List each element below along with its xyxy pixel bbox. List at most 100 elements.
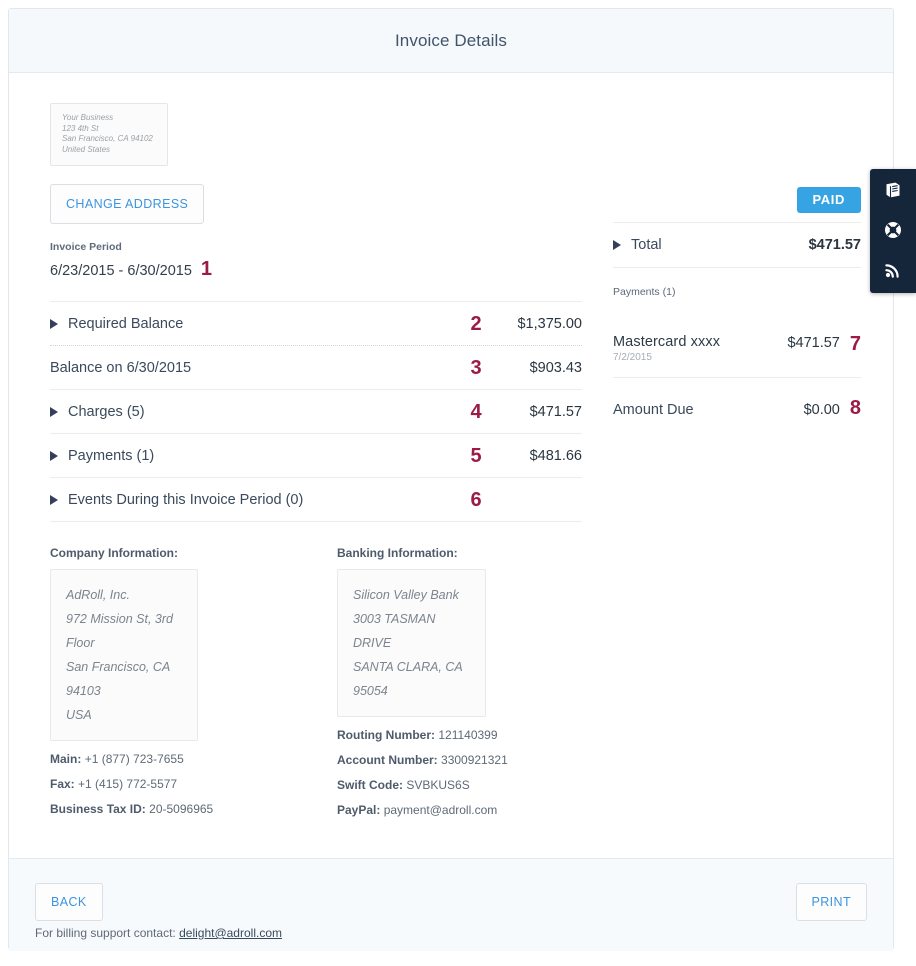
detail-key: Fax: <box>50 777 75 791</box>
banking-information-title: Banking Information: <box>337 546 458 560</box>
status-badge: PAID <box>796 187 861 213</box>
book-icon[interactable] <box>882 179 904 201</box>
annotation-8: 8 <box>849 397 861 419</box>
billing-support-email-link[interactable]: delight@adroll.com <box>179 926 282 940</box>
print-button[interactable]: PRINT <box>795 883 867 921</box>
detail-key: Account Number: <box>337 753 438 767</box>
page-title: Invoice Details <box>394 30 508 50</box>
company-address-box: AdRoll, Inc. 972 Mission St, 3rd Floor S… <box>50 569 198 741</box>
payment-list-item: Mastercard xxxx 7/2/2015 $471.57 7 <box>613 334 861 378</box>
your-address-box: Your Business 123 4th St San Francisco, … <box>50 103 168 166</box>
amount-due-label: Amount Due <box>613 402 694 418</box>
side-toolbar <box>870 169 916 293</box>
billing-support-text: For billing support contact: delight@adr… <box>35 926 282 940</box>
card-header: Invoice Details <box>9 9 893 73</box>
line-item-events[interactable]: Events During this Invoice Period (0) 6 <box>50 478 582 522</box>
amount-due-row: Amount Due $0.00 8 <box>613 398 861 418</box>
card-body: Your Business 123 4th St San Francisco, … <box>9 73 893 858</box>
banking-detail-routing: Routing Number: 121140399 <box>337 728 582 742</box>
banking-address-box: Silicon Valley Bank 3003 TASMAN DRIVE SA… <box>337 569 486 717</box>
detail-key: Routing Number: <box>337 728 435 742</box>
company-detail-fax: Fax: +1 (415) 772-5577 <box>50 777 337 791</box>
your-address-line: United States <box>62 144 111 154</box>
detail-value: +1 (877) 723-7655 <box>84 752 184 766</box>
summary-total-row-wrap: Total $471.57 <box>613 222 861 268</box>
annotation-5: 5 <box>470 444 482 467</box>
company-address-line: 972 Mission St, 3rd Floor <box>66 612 173 650</box>
disclosure-triangle-icon[interactable] <box>50 494 58 505</box>
summary-total-row[interactable]: Total $471.57 <box>613 222 861 268</box>
annotation-4: 4 <box>470 400 482 423</box>
invoice-period-value: 6/23/2015 - 6/30/2015 <box>50 263 192 279</box>
line-item-label: Payments (1) <box>68 447 155 464</box>
detail-value: SVBKUS6S <box>406 778 470 792</box>
banking-detail-account: Account Number: 3300921321 <box>337 753 582 767</box>
disclosure-triangle-icon[interactable] <box>50 406 58 417</box>
company-address-line: AdRoll, Inc. <box>66 588 130 602</box>
invoice-period-row: 6/23/2015 - 6/30/2015 1 <box>50 259 582 279</box>
line-item-label: Balance on 6/30/2015 <box>50 359 192 376</box>
your-address-line: Your Business <box>62 113 114 122</box>
total-label: Total <box>631 237 662 253</box>
payment-method: Mastercard xxxx <box>613 334 721 350</box>
line-item-required-balance[interactable]: Required Balance 2 $1,375.00 <box>50 302 582 346</box>
invoice-details-card: Invoice Details Your Business 123 4th St… <box>8 8 894 951</box>
payment-amount: $471.57 <box>787 335 840 351</box>
detail-value: 3300921321 <box>441 753 508 767</box>
line-item-amount: $471.57 <box>529 403 582 420</box>
company-detail-tax-id: Business Tax ID: 20-5096965 <box>50 802 337 816</box>
detail-value: +1 (415) 772-5577 <box>78 777 178 791</box>
line-item-payments[interactable]: Payments (1) 5 $481.66 <box>50 434 582 478</box>
your-address-line: San Francisco, CA 94102 <box>62 134 153 143</box>
line-item-charges[interactable]: Charges (5) 4 $471.57 <box>50 390 582 434</box>
payments-section-label: Payments (1) <box>613 286 676 298</box>
disclosure-triangle-icon[interactable] <box>50 318 58 329</box>
banking-address-line: SANTA CLARA, CA 95054 <box>353 660 463 698</box>
company-address-line: San Francisco, CA 94103 <box>66 660 170 698</box>
card-footer: BACK PRINT For billing support contact: … <box>9 858 893 951</box>
company-information-panel: Company Information: AdRoll, Inc. 972 Mi… <box>50 546 337 817</box>
your-address-line: 123 4th St <box>62 123 99 133</box>
company-detail-main: Main: +1 (877) 723-7655 <box>50 752 337 766</box>
back-button[interactable]: BACK <box>35 883 103 921</box>
disclosure-triangle-icon[interactable] <box>613 240 621 250</box>
disclosure-triangle-icon[interactable] <box>50 450 58 461</box>
annotation-1: 1 <box>200 258 213 280</box>
line-item-label: Required Balance <box>68 315 184 332</box>
detail-value: payment@adroll.com <box>383 803 498 817</box>
company-information-title: Company Information: <box>50 546 178 560</box>
line-item-balance-on-date: Balance on 6/30/2015 3 $903.43 <box>50 346 582 390</box>
line-item-amount: $481.66 <box>529 447 582 464</box>
line-items-list: Required Balance 2 $1,375.00 Balance on … <box>50 301 582 522</box>
detail-key: Main: <box>50 752 82 766</box>
banking-detail-swift: Swift Code: SVBKUS6S <box>337 778 582 792</box>
total-amount: $471.57 <box>808 237 861 253</box>
lifebuoy-icon[interactable] <box>882 219 904 241</box>
amount-due-value: $0.00 <box>803 402 840 418</box>
payment-date: 7/2/2015 <box>613 352 652 363</box>
summary-column: PAID Total $471.57 Payments (1) Masterca… <box>613 103 861 418</box>
detail-key: Swift Code: <box>337 778 403 792</box>
information-panels: Company Information: AdRoll, Inc. 972 Mi… <box>50 546 582 817</box>
company-address-line: USA <box>66 708 92 722</box>
banking-address-line: 3003 TASMAN DRIVE <box>353 612 436 650</box>
line-item-label: Charges (5) <box>68 403 145 420</box>
detail-value: 20-5096965 <box>149 802 214 816</box>
detail-value: 121140399 <box>438 728 498 742</box>
rss-icon[interactable] <box>882 259 904 281</box>
detail-key: PayPal: <box>337 803 381 817</box>
annotation-6: 6 <box>470 488 482 511</box>
payment-method-block: Mastercard xxxx 7/2/2015 <box>613 334 787 363</box>
left-column: Your Business 123 4th St San Francisco, … <box>50 103 582 817</box>
detail-key: Business Tax ID: <box>50 802 146 816</box>
annotation-2: 2 <box>470 312 482 335</box>
line-item-amount: $903.43 <box>529 359 582 376</box>
banking-detail-paypal: PayPal: payment@adroll.com <box>337 803 582 817</box>
billing-support-label: For billing support contact: <box>35 926 176 940</box>
banking-information-panel: Banking Information: Silicon Valley Bank… <box>337 546 582 817</box>
banking-address-line: Silicon Valley Bank <box>353 588 459 602</box>
line-item-label: Events During this Invoice Period (0) <box>68 491 304 508</box>
annotation-3: 3 <box>470 356 482 379</box>
annotation-7: 7 <box>849 333 861 355</box>
change-address-button[interactable]: CHANGE ADDRESS <box>50 184 205 224</box>
